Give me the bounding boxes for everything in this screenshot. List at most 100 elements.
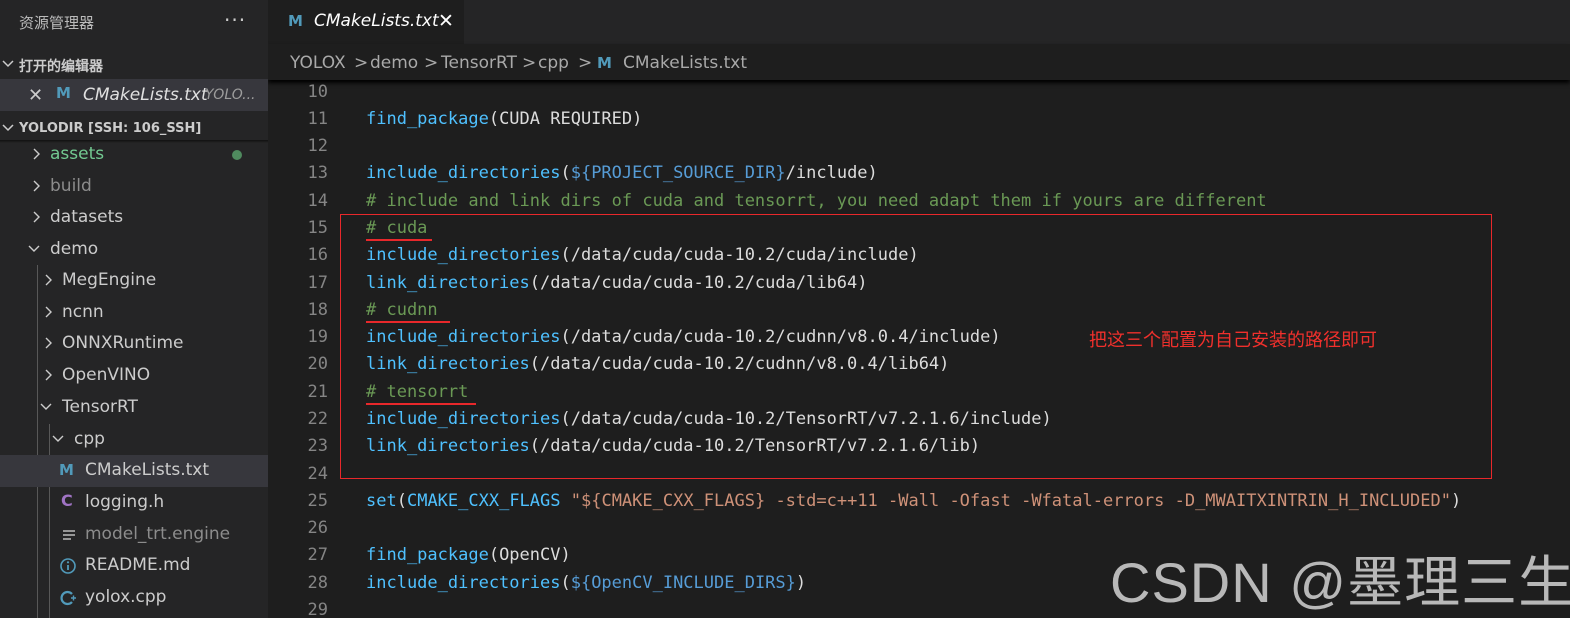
code-paren: ) xyxy=(795,573,807,593)
tree-label: model_trt.engine xyxy=(85,524,231,544)
line-number: 12 xyxy=(307,136,328,156)
line-number: 28 xyxy=(307,573,328,593)
tree-label: ncnn xyxy=(62,302,104,322)
code-args: (CUDA REQUIRED) xyxy=(488,109,643,129)
modified-dot xyxy=(232,150,242,160)
tree-folder-tensorrt[interactable]: TensorRT xyxy=(0,392,268,424)
chevron-down-icon xyxy=(28,245,40,252)
cmake-file-icon: M xyxy=(597,54,612,72)
tree-folder-cpp[interactable]: cpp xyxy=(0,424,268,456)
cmake-file-icon: M xyxy=(59,461,74,479)
line-number: 13 xyxy=(307,163,328,183)
line-number: 21 xyxy=(307,382,328,402)
code-paren: ( xyxy=(560,163,571,183)
annotation-note: 把这三个配置为自己安装的路径即可 xyxy=(1089,330,1377,351)
code-function: find_package xyxy=(366,109,489,129)
breadcrumb-item[interactable]: YOLOX xyxy=(290,53,346,73)
underline-mark xyxy=(366,239,432,241)
chevron-right-icon xyxy=(45,337,52,349)
tree-folder-openvino[interactable]: OpenVINO xyxy=(0,360,268,392)
line-number: 11 xyxy=(307,109,328,129)
tree-label: OpenVINO xyxy=(62,365,151,385)
line-number: 16 xyxy=(307,245,328,265)
tree-label: demo xyxy=(50,239,99,259)
tree-label: cpp xyxy=(74,429,105,449)
line-number: 22 xyxy=(307,409,328,429)
tree-file-readme[interactable]: README.md xyxy=(0,550,268,582)
line-number: 17 xyxy=(307,273,328,293)
breadcrumb: YOLOX > demo > TensorRT > cpp > M CMakeL… xyxy=(268,44,1570,80)
text-lines-icon xyxy=(63,530,75,540)
chevron-right-icon xyxy=(33,211,40,223)
tree-label: datasets xyxy=(50,207,124,227)
chevron-down-icon xyxy=(40,403,52,410)
tree-folder-ncnn[interactable]: ncnn xyxy=(0,297,268,329)
tree-folder-assets[interactable]: assets xyxy=(0,139,268,171)
chevron-right-icon xyxy=(33,148,40,160)
code-args: /include) xyxy=(785,163,878,183)
tab-cmakelists[interactable]: M CMakeLists.txt ✕ xyxy=(268,0,464,44)
code-line-25: set(CMAKE_CXX_FLAGS "${CMAKE_CXX_FLAGS} … xyxy=(366,491,1461,511)
chevron-right-icon xyxy=(45,369,52,381)
tree-file-logging[interactable]: C logging.h xyxy=(0,487,268,519)
code-paren: ( xyxy=(560,573,571,593)
close-icon[interactable]: ✕ xyxy=(438,10,454,32)
cpp-file-icon xyxy=(60,590,76,606)
line-number: 14 xyxy=(307,191,328,211)
line-number: 15 xyxy=(307,218,328,238)
line-number: 19 xyxy=(307,327,328,347)
chevron-down-icon xyxy=(52,435,64,442)
tree-label: CMakeLists.txt xyxy=(85,460,210,480)
breadcrumb-item[interactable]: demo xyxy=(370,53,418,73)
code-args: (OpenCV) xyxy=(488,545,571,565)
tree-file-yolox-cpp[interactable]: yolox.cpp xyxy=(0,582,268,614)
tree-label: ONNXRuntime xyxy=(62,333,184,353)
tree-folder-demo[interactable]: demo xyxy=(0,234,268,266)
code-function: include_directories xyxy=(366,163,561,183)
line-number: 23 xyxy=(307,436,328,456)
tree-folder-megengine[interactable]: MegEngine xyxy=(0,265,268,297)
breadcrumb-item[interactable]: TensorRT xyxy=(441,53,517,73)
chevron-right-icon xyxy=(45,306,52,318)
tree-file-cmakelists[interactable]: M CMakeLists.txt xyxy=(0,455,268,487)
code-function: find_package xyxy=(366,545,489,565)
open-editor-item[interactable]: ✕ M CMakeLists.txt YOLO... xyxy=(0,79,268,111)
info-icon xyxy=(60,558,76,574)
line-number: 20 xyxy=(307,354,328,374)
breadcrumb-item[interactable]: CMakeLists.txt xyxy=(623,53,747,73)
code-line-13: include_directories(${PROJECT_SOURCE_DIR… xyxy=(366,163,878,183)
code-function: include_directories xyxy=(366,573,561,593)
tree-label: TensorRT xyxy=(62,397,138,417)
cmake-file-icon: M xyxy=(56,84,71,102)
underline-mark xyxy=(366,403,476,405)
code-line-28: include_directories(${OpenCV_INCLUDE_DIR… xyxy=(366,573,806,593)
line-number: 27 xyxy=(307,545,328,565)
workspace-header[interactable]: YOLODIR [SSH: 106_SSH] xyxy=(0,114,268,142)
more-actions-icon[interactable]: ··· xyxy=(224,8,246,32)
code-paren: ( xyxy=(396,491,407,511)
line-number: 25 xyxy=(307,491,328,511)
breadcrumb-item[interactable]: cpp xyxy=(538,53,569,73)
tree-label: README.md xyxy=(85,555,191,575)
chevron-right-icon xyxy=(33,180,40,192)
open-editor-name: CMakeLists.txt xyxy=(83,85,208,105)
tree-folder-build[interactable]: build xyxy=(0,171,268,203)
chevron-right-icon: > xyxy=(424,53,439,73)
tree-folder-onnxruntime[interactable]: ONNXRuntime xyxy=(0,328,268,360)
line-number: 10 xyxy=(307,82,328,102)
open-editors-header[interactable]: 打开的编辑器 xyxy=(0,50,268,78)
code-string: "${CMAKE_CXX_FLAGS} -std=c++11 -Wall -Of… xyxy=(570,491,1451,511)
tree-folder-datasets[interactable]: datasets xyxy=(0,202,268,234)
tree-file-model-engine[interactable]: model_trt.engine xyxy=(0,519,268,551)
c-file-icon: C xyxy=(61,491,73,510)
tab-bar: M CMakeLists.txt ✕ xyxy=(268,0,1570,44)
line-number: 29 xyxy=(307,600,328,618)
code-line-11: find_package(CUDA REQUIRED) xyxy=(366,109,642,129)
chevron-down-icon xyxy=(2,60,14,68)
open-editor-description: YOLO... xyxy=(205,87,256,103)
tree-label: yolox.cpp xyxy=(85,587,167,607)
close-icon[interactable]: ✕ xyxy=(28,85,43,106)
chevron-right-icon: > xyxy=(522,53,537,73)
line-number: 18 xyxy=(307,300,328,320)
code-line-27: find_package(OpenCV) xyxy=(366,545,571,565)
